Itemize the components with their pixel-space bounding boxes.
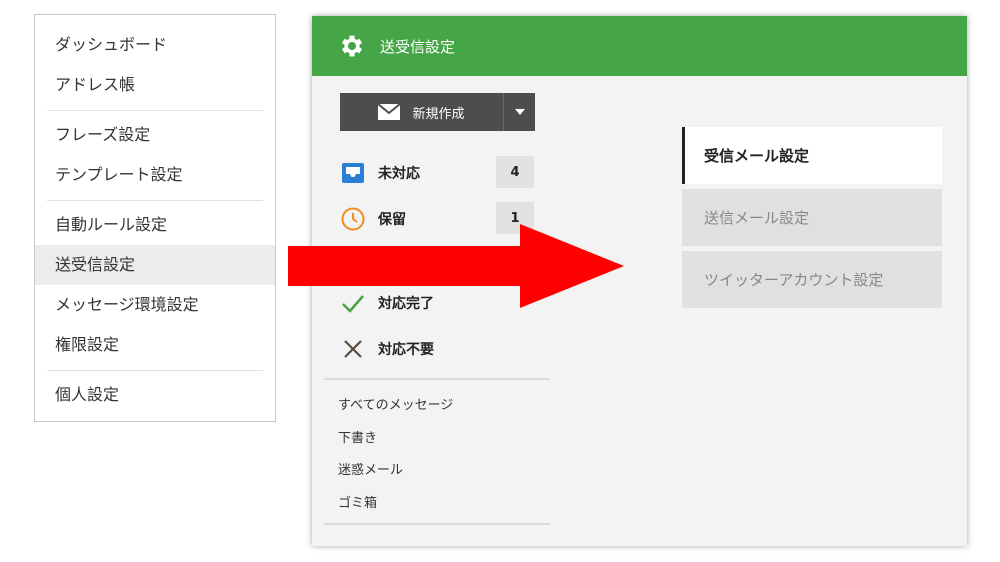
annotation-arrow: [288, 224, 624, 308]
x-icon: [340, 336, 366, 362]
menu-item-auto-rule-settings[interactable]: 自動ルール設定: [35, 205, 275, 245]
inbox-icon: [340, 160, 366, 186]
menu-item-send-receive-settings[interactable]: 送受信設定: [35, 245, 275, 285]
envelope-icon: [378, 104, 401, 120]
menu-item-phrase-settings[interactable]: フレーズ設定: [35, 115, 275, 155]
folder-trash[interactable]: ゴミ箱: [338, 492, 377, 511]
tab-send-mail-settings[interactable]: 送信メール設定: [682, 189, 942, 246]
menu-divider: [47, 200, 263, 201]
compose-dropdown-button[interactable]: [503, 93, 535, 131]
folder-spam[interactable]: 迷惑メール: [338, 459, 403, 478]
count-badge: 4: [496, 156, 534, 188]
status-label: 未対応: [378, 166, 420, 182]
menu-divider: [47, 110, 263, 111]
gear-icon: [342, 35, 362, 57]
tab-twitter-account-settings[interactable]: ツイッターアカウント設定: [682, 251, 942, 308]
sidebar-divider: [324, 378, 550, 380]
compose-label: 新規作成: [412, 106, 465, 122]
window-header: 送受信設定: [312, 16, 967, 76]
menu-item-address-book[interactable]: アドレス帳: [35, 65, 275, 105]
folder-drafts[interactable]: 下書き: [338, 427, 377, 446]
compose-button[interactable]: 新規作成: [340, 93, 503, 131]
status-label: 対応不要: [378, 342, 434, 358]
menu-item-message-environment-settings[interactable]: メッセージ環境設定: [35, 285, 275, 325]
menu-divider: [47, 370, 263, 371]
tab-receive-mail-settings[interactable]: 受信メール設定: [682, 127, 942, 184]
settings-dropdown-menu: ダッシュボード アドレス帳 フレーズ設定 テンプレート設定 自動ルール設定 送受…: [34, 14, 276, 422]
compose-button-group: 新規作成: [340, 93, 535, 131]
caret-down-icon: [514, 109, 525, 115]
menu-item-permission-settings[interactable]: 権限設定: [35, 325, 275, 365]
status-item-not-required[interactable]: 対応不要: [340, 332, 544, 366]
status-item-unhandled[interactable]: 未対応 4: [340, 156, 544, 190]
menu-item-template-settings[interactable]: テンプレート設定: [35, 155, 275, 195]
menu-item-personal-settings[interactable]: 個人設定: [35, 375, 275, 415]
sidebar-divider: [324, 523, 550, 525]
menu-item-dashboard[interactable]: ダッシュボード: [35, 25, 275, 65]
folder-all-messages[interactable]: すべてのメッセージ: [338, 394, 453, 413]
page-title: 送受信設定: [380, 37, 456, 56]
